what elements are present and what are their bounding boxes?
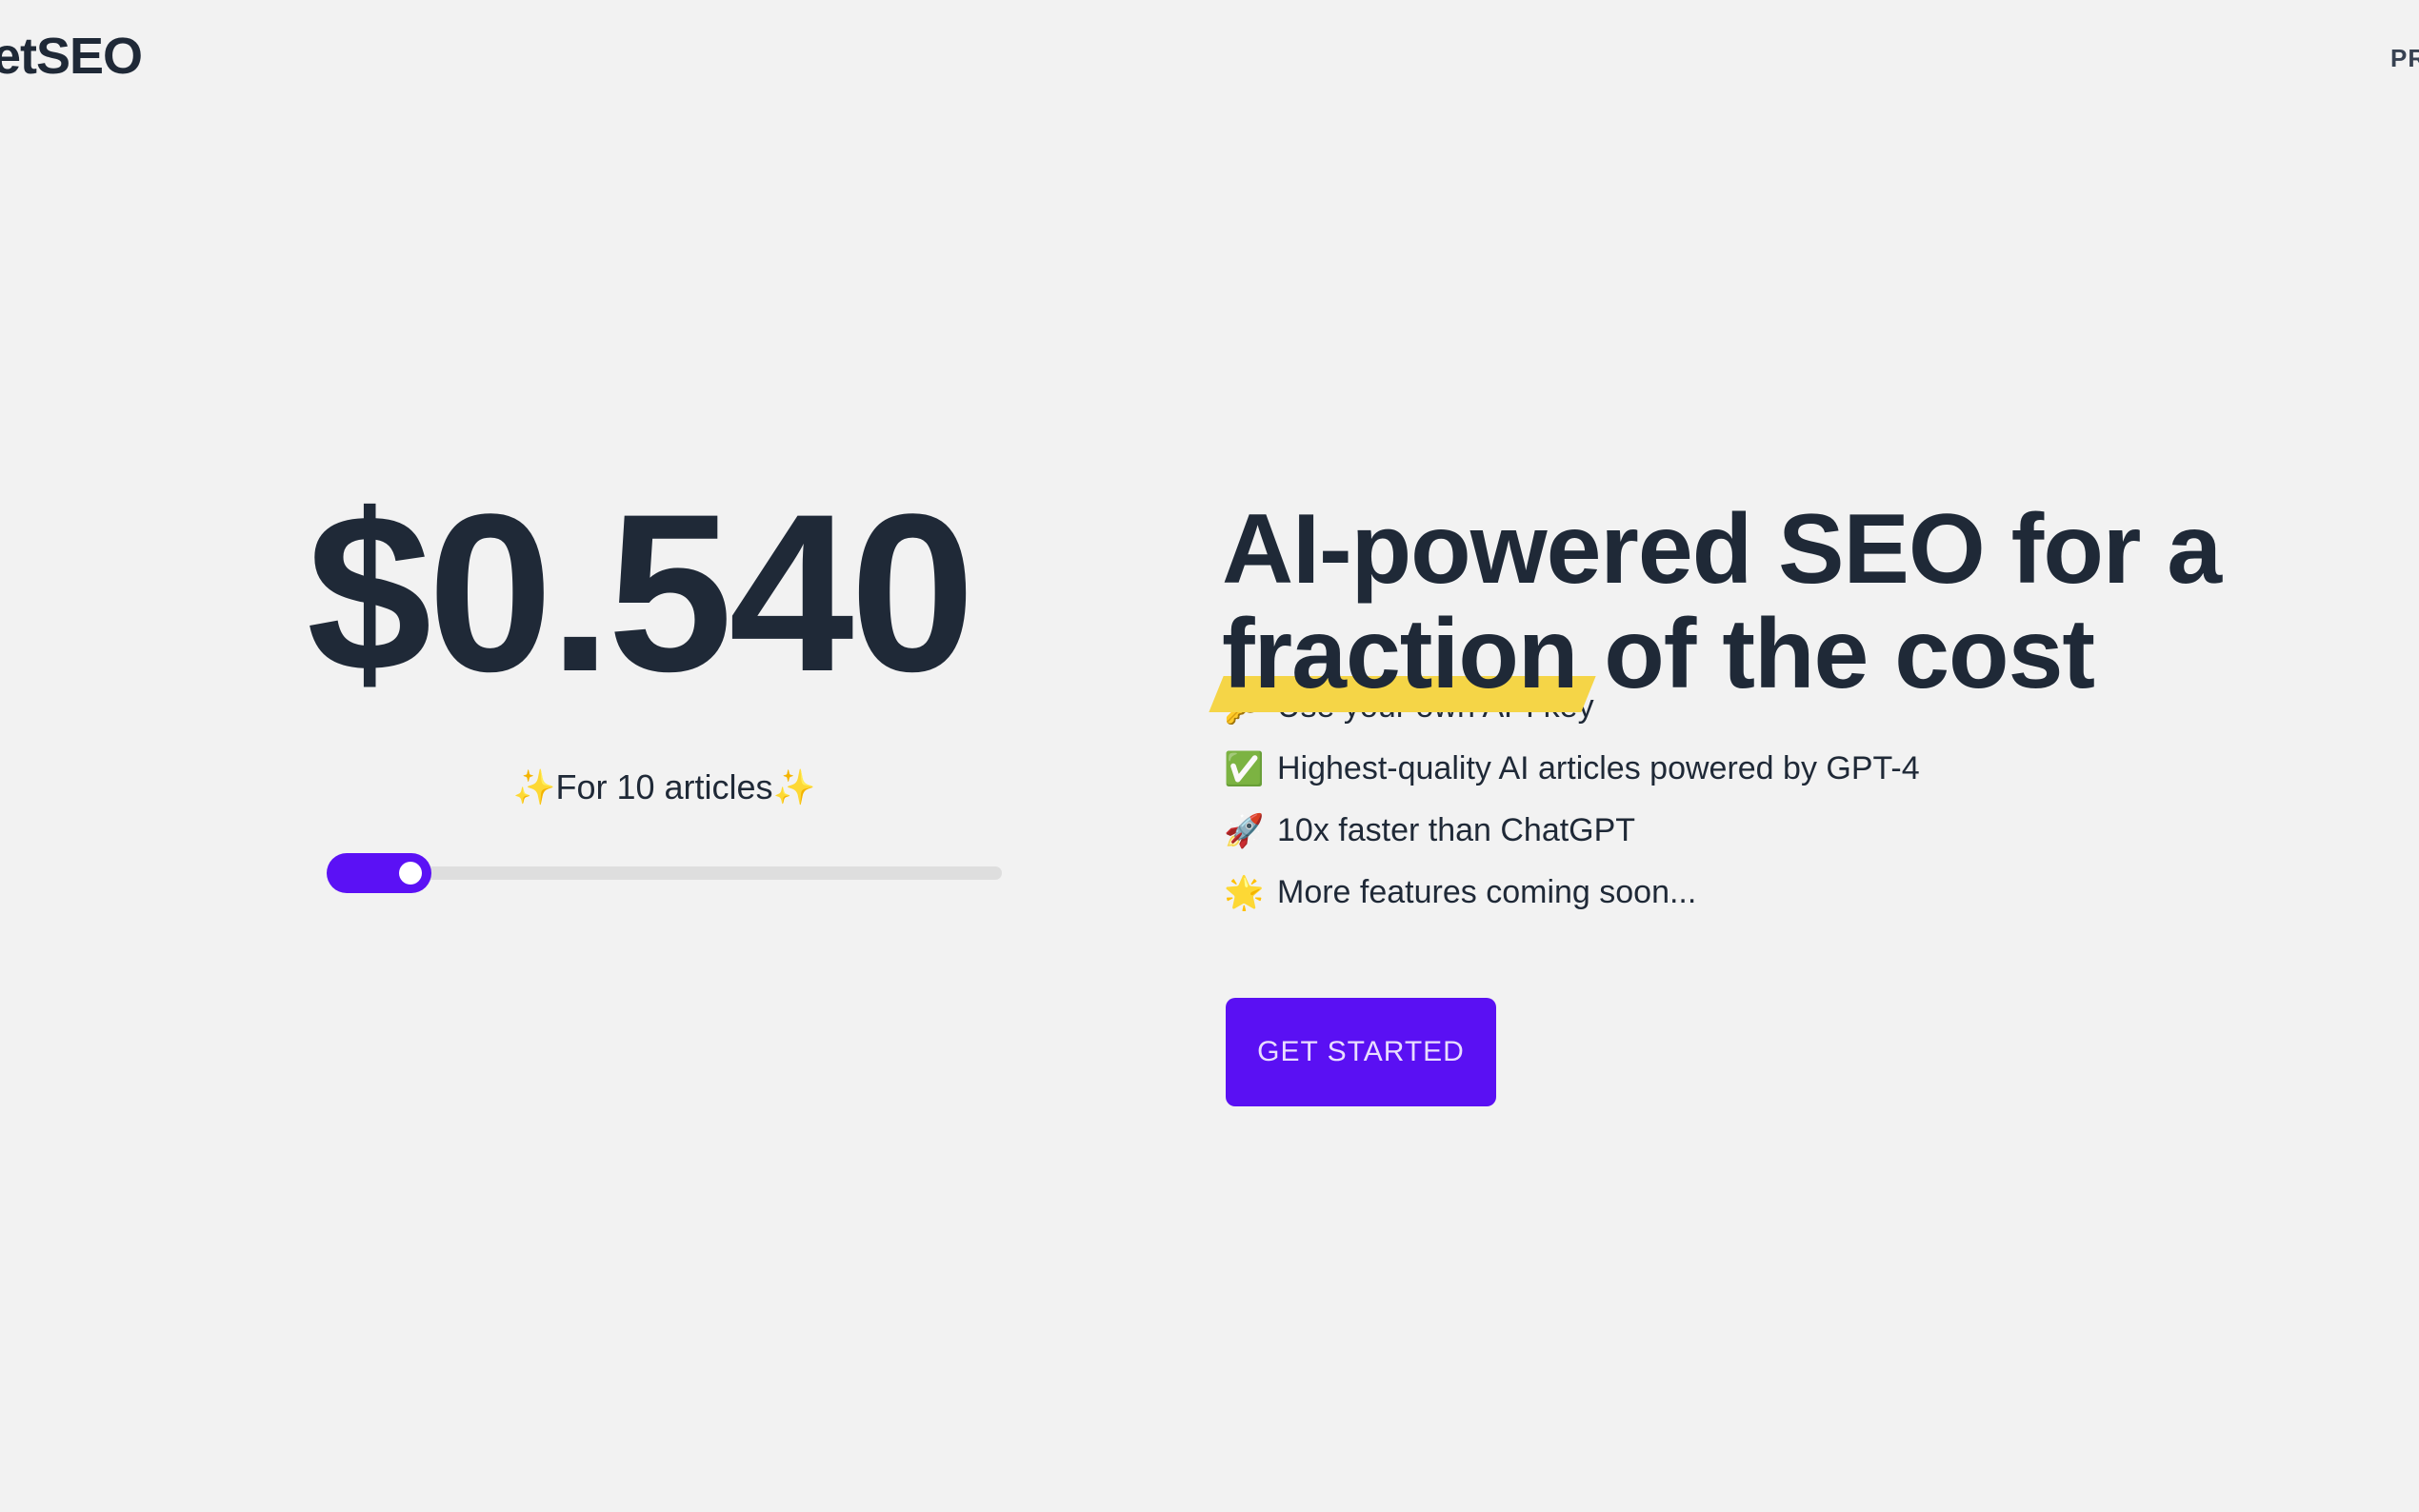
feature-item: ✅ Highest-quality AI articles powered by… bbox=[1224, 738, 2176, 800]
get-started-button[interactable]: GET STARTED bbox=[1226, 998, 1496, 1106]
feature-text: 10x faster than ChatGPT bbox=[1277, 812, 1636, 848]
articles-slider[interactable] bbox=[327, 853, 1002, 893]
star-icon: 🌟 bbox=[1224, 873, 1265, 912]
headline-highlight-word: fraction bbox=[1222, 598, 1578, 709]
slider-thumb[interactable] bbox=[399, 862, 422, 885]
price-display: $0.540 bbox=[307, 468, 975, 719]
check-icon: ✅ bbox=[1224, 749, 1265, 788]
feature-list: 🔑 Use your own API key ✅ Highest-quality… bbox=[1224, 676, 2176, 924]
headline-line-1: AI-powered SEO for a bbox=[1222, 493, 2222, 605]
feature-text: More features coming soon... bbox=[1277, 874, 1697, 910]
nav-link-pricing[interactable]: PR bbox=[2390, 44, 2419, 73]
rocket-icon: 🚀 bbox=[1224, 811, 1265, 850]
articles-count-caption: ✨For 10 articles✨ bbox=[512, 767, 816, 806]
feature-item: 🚀 10x faster than ChatGPT bbox=[1224, 800, 2176, 862]
feature-text: Highest-quality AI articles powered by G… bbox=[1277, 750, 1920, 786]
feature-item: 🌟 More features coming soon... bbox=[1224, 862, 2176, 924]
site-logo[interactable]: etSEO bbox=[0, 27, 143, 86]
hero-headline: AI-powered SEO for a fraction of the cos… bbox=[1222, 497, 2269, 706]
top-navigation: etSEO PR bbox=[0, 0, 2419, 114]
